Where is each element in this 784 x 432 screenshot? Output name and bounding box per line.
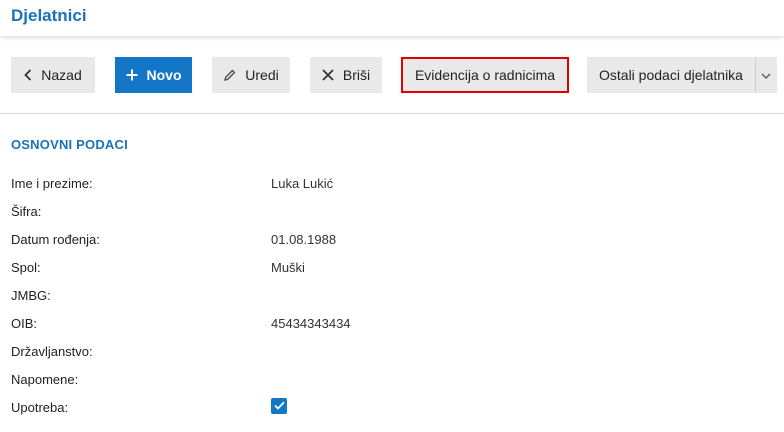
x-icon xyxy=(322,69,334,81)
field-value: 45434343434 xyxy=(271,316,351,331)
field-row-oib: OIB: 45434343434 xyxy=(0,316,784,336)
chevron-left-icon xyxy=(24,69,32,81)
field-label: Šifra: xyxy=(11,204,42,219)
new-button[interactable]: Novo xyxy=(115,57,192,93)
chevron-down-icon xyxy=(761,66,771,84)
field-value: Muški xyxy=(271,260,305,275)
field-label: Napomene: xyxy=(11,372,79,387)
field-label: Upotreba: xyxy=(11,400,69,415)
plus-icon xyxy=(126,69,138,81)
field-label: JMBG: xyxy=(11,288,51,303)
field-value: Luka Lukić xyxy=(271,176,334,191)
new-button-label: Novo xyxy=(146,67,182,83)
field-row-jmbg: JMBG: xyxy=(0,288,784,308)
field-row-birthdate: Datum rođenja: 01.08.1988 xyxy=(0,232,784,252)
edit-button-label: Uredi xyxy=(245,67,279,83)
dropdown-toggle[interactable] xyxy=(754,57,777,93)
back-button[interactable]: Nazad xyxy=(11,57,95,93)
pencil-icon xyxy=(223,69,236,82)
other-employee-data-label: Ostali podaci djelatnika xyxy=(599,67,743,83)
edit-button[interactable]: Uredi xyxy=(212,57,290,93)
field-label: OIB: xyxy=(11,316,38,331)
field-value: 01.08.1988 xyxy=(271,232,337,247)
field-label: Ime i prezime: xyxy=(11,176,93,191)
divider xyxy=(0,113,784,114)
field-label: Državljanstvo: xyxy=(11,344,93,359)
field-row-notes: Napomene: xyxy=(0,372,784,392)
field-row-code: Šifra: xyxy=(0,204,784,224)
field-label: Spol: xyxy=(11,260,41,275)
field-row-usage: Upotreba: xyxy=(0,398,784,420)
delete-button[interactable]: Briši xyxy=(310,57,382,93)
back-button-label: Nazad xyxy=(41,67,82,83)
other-employee-data-button[interactable]: Ostali podaci djelatnika xyxy=(587,57,755,93)
page-header: Djelatnici xyxy=(0,0,784,36)
usage-checkbox[interactable] xyxy=(271,398,287,414)
employee-records-button[interactable]: Evidencija o radnicima xyxy=(401,57,569,93)
delete-button-label: Briši xyxy=(342,67,371,83)
field-row-gender: Spol: Muški xyxy=(0,260,784,280)
toolbar: Nazad Novo Uredi Briši Evidencija o radn… xyxy=(0,57,784,93)
employee-records-button-label: Evidencija o radnicima xyxy=(414,67,556,83)
field-row-citizenship: Državljanstvo: xyxy=(0,344,784,364)
other-employee-data-dropdown[interactable]: Ostali podaci djelatnika xyxy=(587,57,777,93)
field-label: Datum rođenja: xyxy=(11,232,100,247)
section-title: OSNOVNI PODACI xyxy=(11,137,128,152)
page-title: Djelatnici xyxy=(11,6,87,25)
field-row-name: Ime i prezime: Luka Lukić xyxy=(0,176,784,196)
check-icon xyxy=(273,397,285,415)
